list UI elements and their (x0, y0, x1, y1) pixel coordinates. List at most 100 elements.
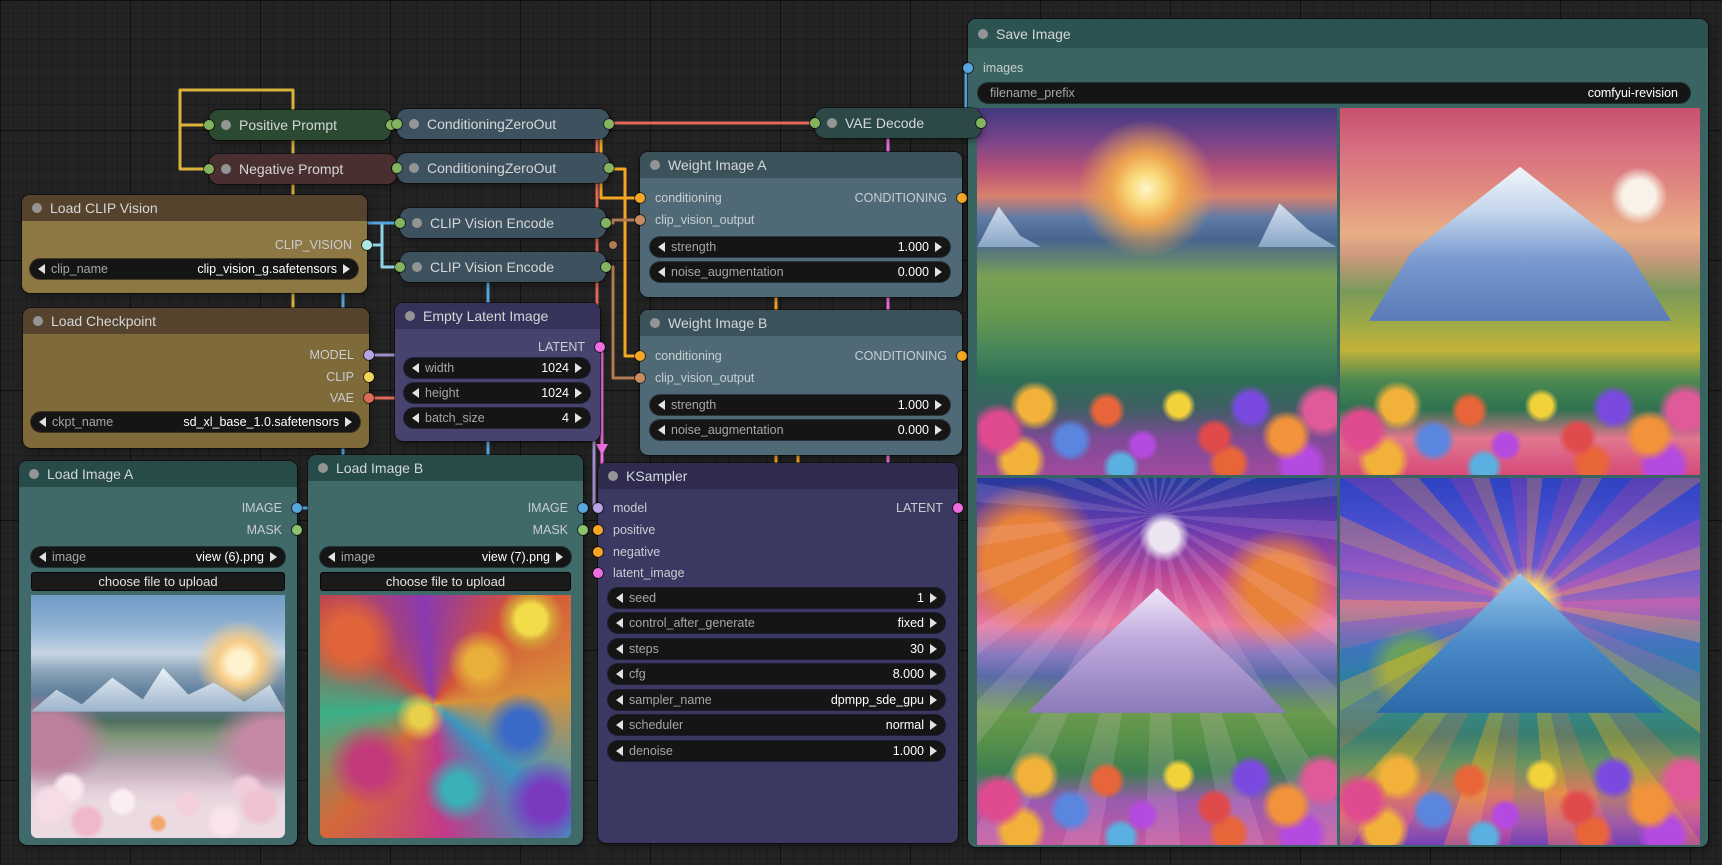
node-header[interactable]: Weight Image B (640, 310, 962, 336)
choose-file-button[interactable]: choose file to upload (31, 572, 285, 591)
latent-slot-dot[interactable] (953, 503, 963, 513)
increment-arrow-icon[interactable] (575, 363, 582, 373)
node-header[interactable]: Load Image A (19, 461, 297, 487)
scheduler-widget[interactable]: scheduler normal (608, 715, 945, 735)
cfg-widget[interactable]: cfg 8.000 (608, 664, 945, 684)
strength-widget[interactable]: strength 1.000 (650, 395, 950, 415)
image-slot-dot[interactable] (578, 503, 588, 513)
clip-vision-output-slot-dot[interactable] (635, 215, 645, 225)
collapse-toggle-icon[interactable] (650, 318, 660, 328)
output-slot-dot[interactable] (604, 163, 614, 173)
height-widget[interactable]: height 1024 (404, 383, 590, 403)
decrement-arrow-icon[interactable] (658, 267, 665, 277)
collapse-toggle-icon[interactable] (978, 29, 988, 39)
conditioning-slot-dot[interactable] (635, 193, 645, 203)
increment-arrow-icon[interactable] (930, 695, 937, 705)
collapse-toggle-icon[interactable] (412, 218, 422, 228)
node-header[interactable]: Load CLIP Vision (22, 195, 367, 221)
denoise-widget[interactable]: denoise 1.000 (608, 741, 945, 761)
input-slot-dot[interactable] (392, 163, 402, 173)
increment-arrow-icon[interactable] (930, 720, 937, 730)
collapse-toggle-icon[interactable] (409, 119, 419, 129)
clip-slot-dot[interactable] (364, 372, 374, 382)
decrement-arrow-icon[interactable] (658, 242, 665, 252)
input-slot-dot[interactable] (204, 164, 214, 174)
collapse-toggle-icon[interactable] (409, 163, 419, 173)
collapse-toggle-icon[interactable] (318, 463, 328, 473)
steps-widget[interactable]: steps 30 (608, 639, 945, 659)
input-slot-dot[interactable] (395, 218, 405, 228)
input-slot-dot[interactable] (810, 118, 820, 128)
decrement-arrow-icon[interactable] (328, 552, 335, 562)
decrement-arrow-icon[interactable] (616, 593, 623, 603)
node-conditioning-zero-out-2[interactable]: ConditioningZeroOut (397, 153, 609, 183)
increment-arrow-icon[interactable] (935, 425, 942, 435)
mask-slot-dot[interactable] (292, 525, 302, 535)
decrement-arrow-icon[interactable] (412, 363, 419, 373)
collapse-toggle-icon[interactable] (405, 311, 415, 321)
choose-file-button[interactable]: choose file to upload (320, 572, 571, 591)
increment-arrow-icon[interactable] (556, 552, 563, 562)
decrement-arrow-icon[interactable] (412, 413, 419, 423)
collapse-toggle-icon[interactable] (608, 471, 618, 481)
node-header[interactable]: Load Image B (308, 455, 583, 481)
images-slot-dot[interactable] (963, 63, 973, 73)
control-after-generate-widget[interactable]: control_after_generate fixed (608, 613, 945, 633)
increment-arrow-icon[interactable] (935, 242, 942, 252)
decrement-arrow-icon[interactable] (616, 644, 623, 654)
conditioning-slot-dot[interactable] (957, 351, 967, 361)
latent-image-slot-dot[interactable] (593, 568, 603, 578)
filename-prefix-widget[interactable]: filename_prefix comfyui-revision (978, 83, 1690, 103)
collapse-toggle-icon[interactable] (650, 160, 660, 170)
vae-slot-dot[interactable] (364, 393, 374, 403)
collapse-toggle-icon[interactable] (221, 164, 231, 174)
node-clip-vision-encode-2[interactable]: CLIP Vision Encode (400, 252, 606, 282)
node-header[interactable]: Save Image (968, 19, 1708, 48)
decrement-arrow-icon[interactable] (616, 618, 623, 628)
input-slot-dot[interactable] (204, 120, 214, 130)
collapse-toggle-icon[interactable] (32, 203, 42, 213)
node-header[interactable]: KSampler (598, 463, 958, 489)
collapse-toggle-icon[interactable] (33, 316, 43, 326)
increment-arrow-icon[interactable] (935, 400, 942, 410)
latent-slot-dot[interactable] (595, 342, 605, 352)
noise-augmentation-widget[interactable]: noise_augmentation 0.000 (650, 262, 950, 282)
decrement-arrow-icon[interactable] (658, 400, 665, 410)
sampler-name-widget[interactable]: sampler_name dpmpp_sde_gpu (608, 690, 945, 710)
conditioning-slot-dot[interactable] (957, 193, 967, 203)
output-slot-dot[interactable] (601, 262, 611, 272)
increment-arrow-icon[interactable] (930, 644, 937, 654)
decrement-arrow-icon[interactable] (39, 552, 46, 562)
node-header[interactable]: Weight Image A (640, 152, 962, 178)
negative-slot-dot[interactable] (593, 547, 603, 557)
collapse-toggle-icon[interactable] (29, 469, 39, 479)
input-slot-dot[interactable] (392, 119, 402, 129)
decrement-arrow-icon[interactable] (39, 417, 46, 427)
output-slot-dot[interactable] (601, 218, 611, 228)
node-header[interactable]: Load Checkpoint (23, 308, 369, 334)
increment-arrow-icon[interactable] (270, 552, 277, 562)
node-conditioning-zero-out-1[interactable]: ConditioningZeroOut (397, 109, 609, 139)
batch-size-widget[interactable]: batch_size 4 (404, 408, 590, 428)
image-file-widget[interactable]: image view (7).png (320, 547, 571, 567)
decrement-arrow-icon[interactable] (616, 669, 623, 679)
node-vae-decode[interactable]: VAE Decode (815, 108, 981, 138)
output-slot-dot[interactable] (976, 118, 986, 128)
collapse-toggle-icon[interactable] (221, 120, 231, 130)
increment-arrow-icon[interactable] (930, 669, 937, 679)
output-slot-dot[interactable] (604, 119, 614, 129)
node-positive-prompt[interactable]: Positive Prompt (209, 110, 391, 140)
increment-arrow-icon[interactable] (345, 417, 352, 427)
node-header[interactable]: Empty Latent Image (395, 303, 600, 329)
increment-arrow-icon[interactable] (935, 267, 942, 277)
image-file-widget[interactable]: image view (6).png (31, 547, 285, 567)
node-clip-vision-encode-1[interactable]: CLIP Vision Encode (400, 208, 606, 238)
decrement-arrow-icon[interactable] (658, 425, 665, 435)
node-negative-prompt[interactable]: Negative Prompt (209, 154, 397, 184)
image-slot-dot[interactable] (292, 503, 302, 513)
clip-vision-output-slot-dot[interactable] (635, 373, 645, 383)
decrement-arrow-icon[interactable] (616, 695, 623, 705)
decrement-arrow-icon[interactable] (616, 720, 623, 730)
increment-arrow-icon[interactable] (575, 388, 582, 398)
increment-arrow-icon[interactable] (575, 413, 582, 423)
